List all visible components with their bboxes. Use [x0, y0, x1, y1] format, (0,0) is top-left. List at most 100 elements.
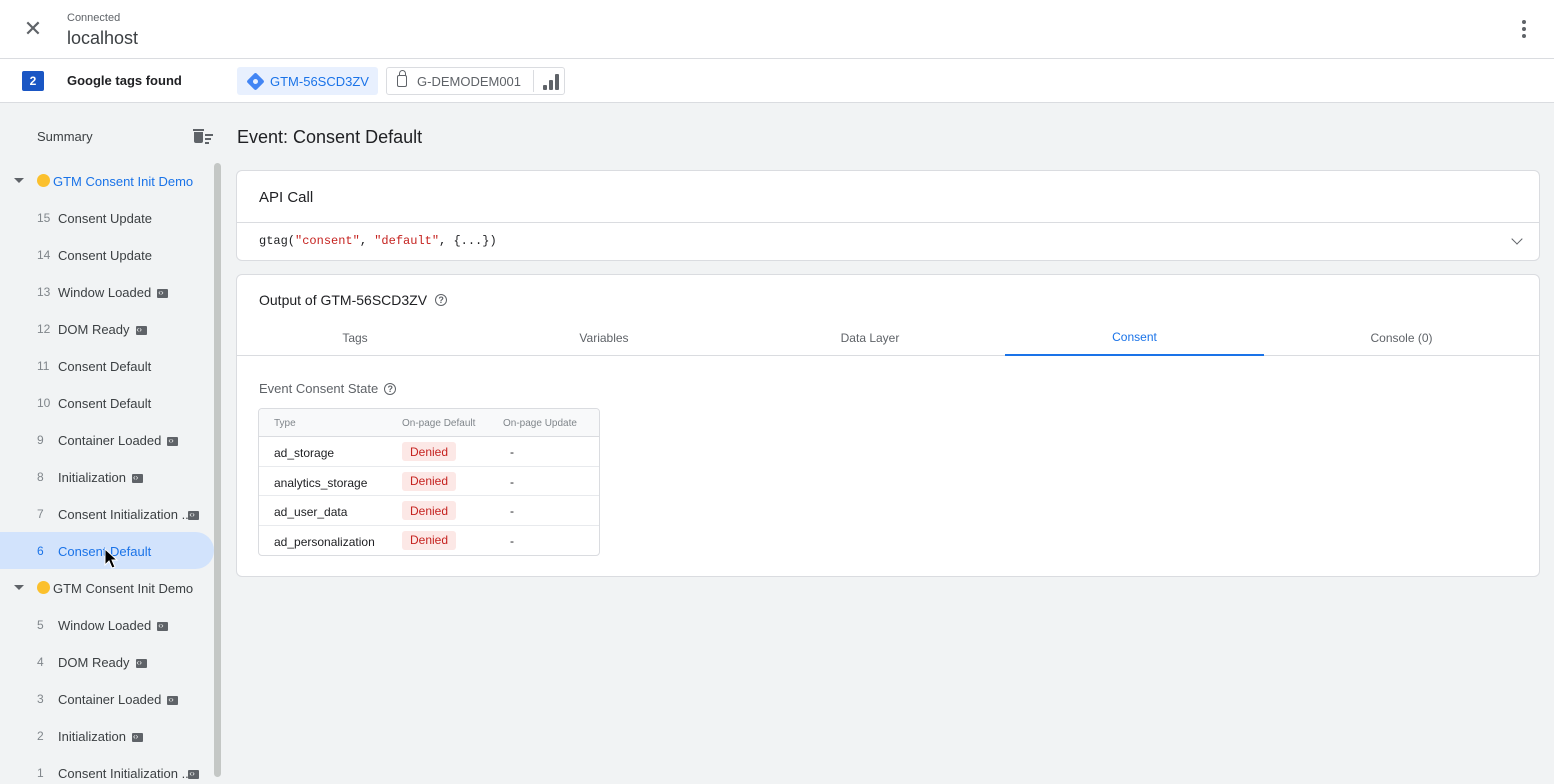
table-header: Type On-page Default On-page Update — [259, 409, 599, 437]
event-number: 7 — [37, 507, 44, 521]
column-header-update: On-page Update — [503, 418, 577, 429]
gtm-logo-icon — [246, 71, 265, 91]
event-item[interactable]: 7 Consent Initialization ... — [0, 495, 214, 532]
event-title: Event: Consent Default — [237, 127, 423, 147]
event-number: 2 — [37, 729, 44, 743]
event-label: DOM Ready — [58, 322, 147, 338]
code-icon — [131, 729, 143, 745]
event-list: GTM Consent Init Demo 15 Consent Update 1… — [0, 162, 214, 784]
event-label: Window Loaded — [58, 618, 169, 634]
page-status-dot — [37, 174, 50, 187]
event-item[interactable]: 2 Initialization — [0, 717, 214, 754]
output-card: Output of GTM-56SCD3ZV ? Tags Variables … — [236, 274, 1540, 577]
tags-bar: 2 Google tags found GTM-56SCD3ZV G-DEMOD… — [0, 59, 1554, 103]
event-label: Consent Default — [58, 396, 152, 411]
page-group-header[interactable]: GTM Consent Init Demo — [0, 162, 214, 199]
column-header-type: Type — [274, 418, 296, 429]
event-number: 8 — [37, 470, 44, 484]
tab-console[interactable]: Console (0) — [1264, 320, 1539, 356]
consent-type: ad_personalization — [274, 534, 375, 549]
consent-state-title: Event Consent State ? — [259, 381, 397, 396]
event-item[interactable]: 12 DOM Ready — [0, 310, 214, 347]
event-number: 13 — [37, 285, 51, 299]
event-label: Initialization — [58, 729, 143, 745]
event-label: Window Loaded — [58, 285, 169, 301]
event-number: 14 — [37, 248, 51, 262]
event-item[interactable]: 11 Consent Default — [0, 347, 214, 384]
event-label: Container Loaded — [58, 692, 179, 708]
event-number: 15 — [37, 211, 51, 225]
event-item[interactable]: 10 Consent Default — [0, 384, 214, 421]
event-item[interactable]: 3 Container Loaded — [0, 680, 214, 717]
update-value: - — [510, 474, 514, 489]
more-options-icon[interactable] — [1514, 16, 1534, 42]
event-number: 10 — [37, 396, 51, 410]
close-icon[interactable]: ✕ — [20, 16, 46, 42]
code-icon — [167, 433, 179, 449]
event-label: Consent Initialization ... — [58, 507, 200, 523]
event-item[interactable]: 13 Window Loaded — [0, 273, 214, 310]
update-value: - — [510, 533, 514, 548]
tab-variables[interactable]: Variables — [473, 320, 735, 356]
tags-found-label: Google tags found — [67, 73, 182, 88]
code-icon — [188, 507, 200, 523]
code-icon — [188, 766, 200, 782]
gtm-container-chip[interactable]: GTM-56SCD3ZV — [237, 67, 378, 95]
caret-down-icon — [14, 178, 24, 183]
sidebar-scrollbar[interactable] — [214, 163, 221, 777]
tab-data-layer[interactable]: Data Layer — [735, 320, 1005, 356]
clear-messages-icon[interactable] — [193, 129, 215, 145]
code-icon — [157, 285, 169, 301]
event-label: Consent Update — [58, 211, 152, 226]
event-item[interactable]: 15 Consent Update — [0, 199, 214, 236]
ga-chip-label: G-DEMODEM001 — [417, 73, 522, 89]
page-group-name: GTM Consent Init Demo — [53, 174, 194, 189]
table-row: analytics_storage Denied - — [259, 467, 599, 496]
status-badge: Denied — [402, 501, 457, 520]
event-item[interactable]: 9 Container Loaded — [0, 421, 214, 458]
tab-tags[interactable]: Tags — [237, 320, 473, 356]
event-label: Consent Initialization ... — [58, 766, 200, 782]
help-icon[interactable]: ? — [435, 294, 448, 306]
code-icon — [135, 322, 147, 338]
top-header: ✕ Connected localhost — [0, 0, 1554, 59]
output-title: Output of GTM-56SCD3ZV ? — [259, 292, 448, 308]
column-header-default: On-page Default — [402, 418, 476, 429]
table-row: ad_user_data Denied - — [259, 496, 599, 526]
help-icon[interactable]: ? — [384, 382, 397, 395]
event-item[interactable]: 8 Initialization — [0, 458, 214, 495]
code-icon — [157, 618, 169, 634]
update-value: - — [510, 504, 514, 518]
chip-divider — [533, 70, 534, 92]
output-tabs: Tags Variables Data Layer Consent Consol… — [237, 320, 1539, 356]
event-number: 3 — [37, 692, 44, 706]
ga-tag-chip[interactable]: G-DEMODEM001 — [386, 67, 565, 95]
event-number: 9 — [37, 433, 44, 447]
page-group-header[interactable]: GTM Consent Init Demo — [0, 569, 214, 606]
mouse-cursor-icon — [104, 548, 119, 569]
event-item[interactable]: 4 DOM Ready — [0, 643, 214, 680]
table-row: ad_storage Denied - — [259, 437, 599, 467]
event-label: Container Loaded — [58, 433, 179, 449]
api-call-code: gtag("consent", "default", {...}) — [259, 234, 497, 248]
analytics-bars-icon — [543, 74, 559, 90]
event-item[interactable]: 1 Consent Initialization ... — [0, 754, 214, 784]
api-call-card: API Call gtag("consent", "default", {...… — [236, 170, 1540, 261]
chevron-down-icon[interactable] — [1511, 233, 1523, 245]
event-label: Consent Update — [58, 248, 152, 263]
event-label: Consent Default — [58, 359, 152, 374]
event-item[interactable]: 14 Consent Update — [0, 236, 214, 273]
event-number: 5 — [37, 618, 44, 632]
update-value: - — [510, 445, 514, 459]
consent-table: Type On-page Default On-page Update ad_s… — [258, 408, 600, 556]
event-number: 1 — [37, 766, 44, 780]
page-status-dot — [37, 581, 50, 594]
status-badge: Denied — [402, 442, 457, 461]
event-number: 12 — [37, 322, 51, 336]
event-label: Initialization — [58, 470, 143, 486]
tab-consent[interactable]: Consent — [1005, 320, 1264, 356]
summary-link[interactable]: Summary — [37, 129, 93, 144]
code-icon — [131, 470, 143, 486]
sidebar: Summary GTM Consent Init Demo 15 Consent … — [0, 103, 224, 784]
event-item[interactable]: 5 Window Loaded — [0, 606, 214, 643]
